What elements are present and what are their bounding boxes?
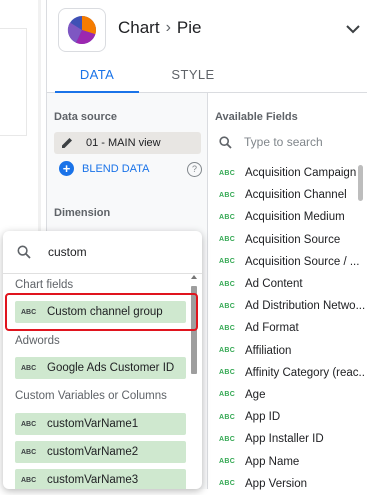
text-type-icon: ABC [219,280,236,288]
text-type-icon: ABC [219,391,236,399]
field-item[interactable]: ABC Acquisition Source [219,229,365,251]
field-item[interactable]: ABC Affiliation [219,340,365,362]
field-label: App Name [245,455,300,468]
dropdown-field-item[interactable]: ABC customVarName2 [15,441,186,463]
field-item[interactable]: ABC Acquisition Campaign [219,162,365,184]
text-type-icon: ABC [219,347,236,355]
text-type-icon: ABC [219,191,236,199]
field-item[interactable]: ABC App Version [219,473,365,495]
text-type-icon: ABC [21,420,37,428]
text-type-icon: ABC [21,364,37,372]
panel-tabs: DATA STYLE [47,58,367,93]
scroll-up-arrow-icon[interactable] [189,272,199,282]
field-item[interactable]: ABC Ad Content [219,273,365,295]
text-type-icon: ABC [219,236,236,244]
available-fields-search [219,134,346,150]
field-label: Acquisition Source / ... [245,255,360,268]
field-label: Acquisition Medium [245,211,345,224]
field-label: Acquisition Source [245,233,341,246]
field-label: Ad Distribution Netwo... [245,300,365,313]
available-fields-search-input[interactable] [242,134,346,150]
chart-type-button[interactable] [58,8,106,52]
text-type-icon: ABC [219,369,236,377]
group-label-chart-fields: Chart fields [15,279,74,291]
field-label: Age [245,388,266,401]
available-fields-heading: Available Fields [215,111,298,123]
data-source-name: 01 - MAIN view [86,137,161,149]
blend-data-button[interactable]: + BLEND DATA [59,161,149,176]
chevron-right-icon: › [165,19,171,36]
field-label: Ad Format [245,322,299,335]
field-item[interactable]: ABC App Installer ID [219,428,365,450]
tab-data[interactable]: DATA [47,58,147,92]
field-label: customVarName1 [47,418,139,430]
blend-data-label: BLEND DATA [82,162,150,175]
field-item[interactable]: ABC Ad Distribution Netwo... [219,295,365,317]
field-label: Acquisition Campaign [245,167,357,180]
pencil-icon[interactable] [61,136,74,149]
pie-chart-icon [67,16,96,45]
text-type-icon: ABC [219,458,236,466]
field-label: Google Ads Customer ID [47,362,175,374]
canvas-chart-card[interactable] [0,28,27,136]
text-type-icon: ABC [21,476,37,484]
group-label-adwords: Adwords [15,335,60,347]
field-label: Ad Content [245,278,303,291]
field-label: Acquisition Channel [245,189,347,202]
field-label: App Version [245,477,308,490]
dimension-picker-dropdown: Chart fields ABCCustom channel group Adw… [3,231,202,489]
search-icon [219,135,232,149]
field-label: customVarName3 [47,474,139,486]
text-type-icon: ABC [219,324,236,332]
field-item[interactable]: ABC Acquisition Medium [219,206,365,228]
available-fields-list: ABC Acquisition Campaign ABC Acquisition C… [219,162,365,495]
dropdown-field-item[interactable]: ABC customVarName3 [15,469,186,489]
field-label: Affinity Category (reac... [245,366,365,379]
text-type-icon: ABC [219,213,236,221]
text-type-icon: ABC [219,480,236,488]
text-type-icon: ABC [219,413,236,421]
highlight-box [5,293,198,331]
field-item[interactable]: ABC Acquisition Source / ... [219,251,365,273]
field-label: App ID [245,411,281,424]
data-source-chip[interactable]: 01 - MAIN view [54,132,201,154]
help-icon[interactable]: ? [187,162,202,177]
dropdown-field-item[interactable]: ABC Google Ads Customer ID [15,357,186,379]
plus-icon: + [59,161,74,176]
search-icon [17,245,31,259]
dropdown-search [3,231,202,274]
field-item[interactable]: ABC Affinity Category (reac... [219,362,365,384]
chart-label: Chart [118,18,160,37]
chart-type-label: Pie [176,18,202,37]
field-item[interactable]: ABC Acquisition Channel [219,184,365,206]
field-item[interactable]: ABC App Name [219,450,365,472]
text-type-icon: ABC [219,435,236,443]
panel-title: Chart › Pie [118,18,201,38]
group-label-custom-variables: Custom Variables or Columns [15,390,167,402]
field-label: Affiliation [245,344,292,357]
field-item[interactable]: ABC App ID [219,406,365,428]
text-type-icon: ABC [219,169,236,177]
text-type-icon: ABC [21,448,37,456]
panel-header: Chart › Pie [47,0,367,58]
dropdown-field-item[interactable]: ABC customVarName1 [15,413,186,435]
text-type-icon: ABC [219,302,236,310]
field-label: App Installer ID [245,433,324,446]
data-source-heading: Data source [54,111,117,123]
chevron-down-icon[interactable] [344,20,362,38]
field-label: customVarName2 [47,446,139,458]
text-type-icon: ABC [219,258,236,266]
dimension-heading: Dimension [54,207,111,219]
dropdown-search-input[interactable] [46,244,190,260]
field-item[interactable]: ABC Age [219,384,365,406]
tab-style[interactable]: STYLE [143,58,243,92]
field-item[interactable]: ABC Ad Format [219,317,365,339]
available-fields-scrollbar[interactable] [358,165,363,201]
